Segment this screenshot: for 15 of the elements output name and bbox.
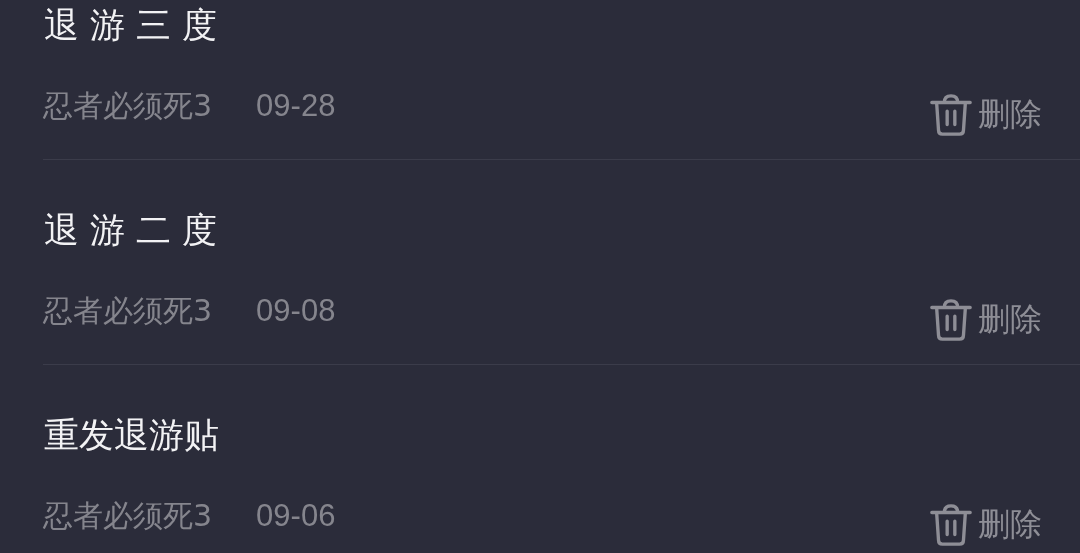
trash-icon <box>928 502 974 548</box>
post-title[interactable]: 重发退游贴 <box>43 413 1080 457</box>
post-title[interactable]: 退 游 三 度 <box>43 3 1080 47</box>
game-name: 忍者必须死3 <box>43 86 213 125</box>
trash-icon <box>928 92 974 138</box>
post-date: 09-06 <box>256 498 336 534</box>
game-name: 忍者必须死3 <box>43 291 213 330</box>
delete-button[interactable]: 删除 <box>928 297 1042 343</box>
post-date: 09-08 <box>256 293 336 329</box>
delete-button[interactable]: 删除 <box>928 92 1042 138</box>
game-name: 忍者必须死3 <box>43 496 213 535</box>
post-title[interactable]: 退 游 二 度 <box>43 208 1080 252</box>
trash-icon <box>928 297 974 343</box>
delete-button[interactable]: 删除 <box>928 502 1042 548</box>
post-date: 09-28 <box>256 88 336 124</box>
